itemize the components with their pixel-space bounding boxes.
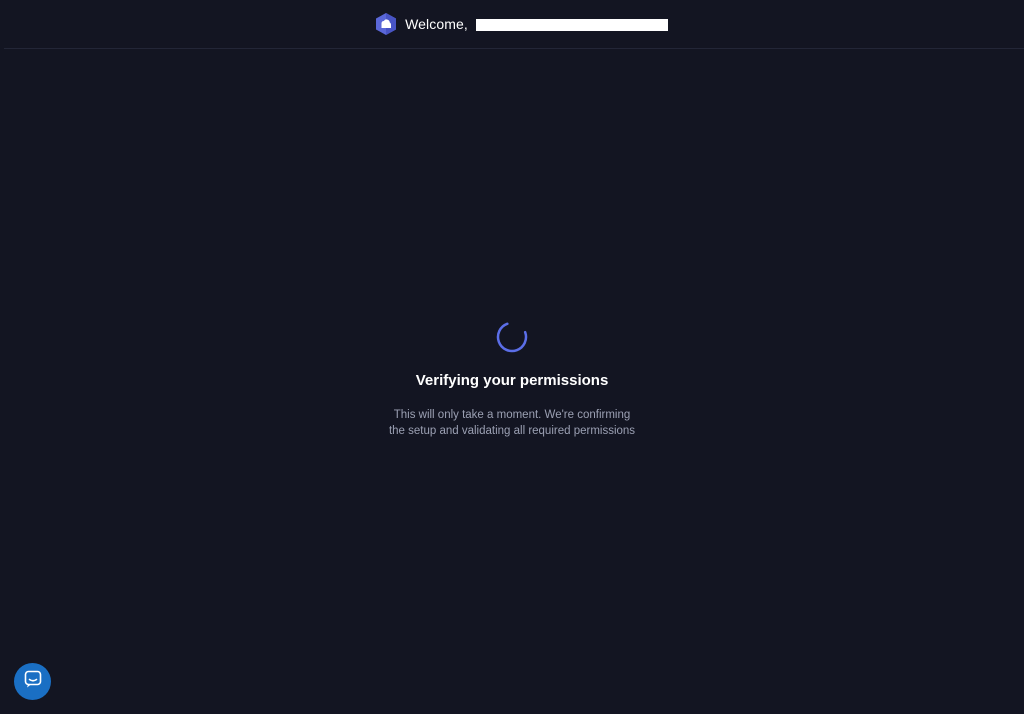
description-line-1: This will only take a moment. We're conf… <box>393 409 631 421</box>
app-page: Welcome, Verifying your permissions This… <box>0 0 1024 714</box>
description-line-2: the setup and validating all required pe… <box>388 425 636 437</box>
loading-spinner-icon <box>495 320 529 354</box>
chat-bubble-icon <box>23 669 43 694</box>
hexagon-logo-icon <box>374 12 398 36</box>
top-bar: Welcome, <box>4 0 1024 49</box>
status-description: This will only take a moment. We're conf… <box>377 407 647 439</box>
page-title: Verifying your permissions <box>415 372 609 389</box>
welcome-text: Welcome, <box>405 16 468 32</box>
verification-panel: Verifying your permissions This will onl… <box>0 320 1024 439</box>
support-chat-button[interactable] <box>14 663 51 700</box>
brand: Welcome, <box>374 12 668 36</box>
redacted-user-name <box>475 19 668 31</box>
